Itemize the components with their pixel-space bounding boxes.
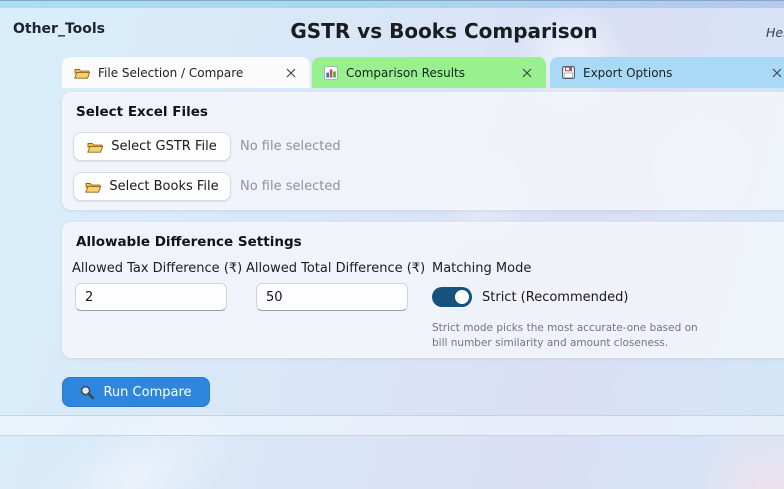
section-heading: Allowable Difference Settings bbox=[76, 234, 302, 250]
floppy-disk-icon bbox=[562, 66, 575, 79]
select-books-file-button[interactable]: Select Books File bbox=[73, 172, 231, 201]
tab-label: Export Options bbox=[583, 65, 673, 80]
tab-file-selection[interactable]: File Selection / Compare bbox=[62, 57, 310, 88]
magnifier-icon bbox=[80, 385, 95, 400]
button-label: Select GSTR File bbox=[111, 139, 217, 154]
books-file-status: No file selected bbox=[240, 179, 341, 194]
tax-difference-input[interactable] bbox=[75, 283, 227, 311]
hint-line: bill number similarity and amount closen… bbox=[432, 336, 669, 349]
run-compare-button[interactable]: Run Compare bbox=[62, 377, 210, 407]
file-selection-card: Select Excel Files Select GSTR File No f… bbox=[62, 92, 784, 210]
app-title: Other_Tools bbox=[13, 21, 106, 37]
gstr-file-status: No file selected bbox=[240, 139, 341, 154]
toggle-knob bbox=[455, 290, 469, 304]
page-title: GSTR vs Books Comparison bbox=[290, 19, 598, 43]
help-link[interactable]: Help bbox=[766, 25, 784, 40]
window-top-strip bbox=[0, 0, 784, 8]
tab-comparison-results[interactable]: Comparison Results bbox=[312, 57, 546, 88]
button-label: Select Books File bbox=[109, 179, 219, 194]
button-label: Run Compare bbox=[103, 384, 192, 400]
matching-mode-label: Matching Mode bbox=[432, 261, 532, 276]
total-difference-label: Allowed Total Difference (₹) bbox=[246, 261, 426, 276]
difference-settings-card: Allowable Difference Settings Allowed Ta… bbox=[62, 222, 784, 358]
close-icon[interactable] bbox=[770, 66, 784, 80]
tab-label: File Selection / Compare bbox=[98, 65, 244, 80]
tax-difference-label: Allowed Tax Difference (₹) bbox=[72, 261, 243, 276]
section-heading: Select Excel Files bbox=[76, 104, 208, 120]
tab-label: Comparison Results bbox=[346, 65, 465, 80]
close-icon[interactable] bbox=[284, 66, 298, 80]
matching-mode-hint: Strict mode picks the most accurate-one … bbox=[432, 321, 698, 350]
bar-chart-icon bbox=[324, 65, 338, 80]
status-strip bbox=[0, 415, 784, 436]
folder-icon bbox=[87, 140, 104, 153]
matching-mode-value: Strict (Recommended) bbox=[482, 290, 629, 305]
select-gstr-file-button[interactable]: Select GSTR File bbox=[73, 132, 231, 161]
folder-icon bbox=[85, 180, 102, 193]
hint-line: Strict mode picks the most accurate-one … bbox=[432, 322, 698, 334]
close-icon[interactable] bbox=[520, 66, 534, 80]
tab-export-options[interactable]: Export Options bbox=[550, 57, 784, 88]
matching-mode-toggle[interactable] bbox=[432, 287, 472, 307]
total-difference-input[interactable] bbox=[256, 283, 408, 311]
folder-icon bbox=[74, 66, 90, 79]
